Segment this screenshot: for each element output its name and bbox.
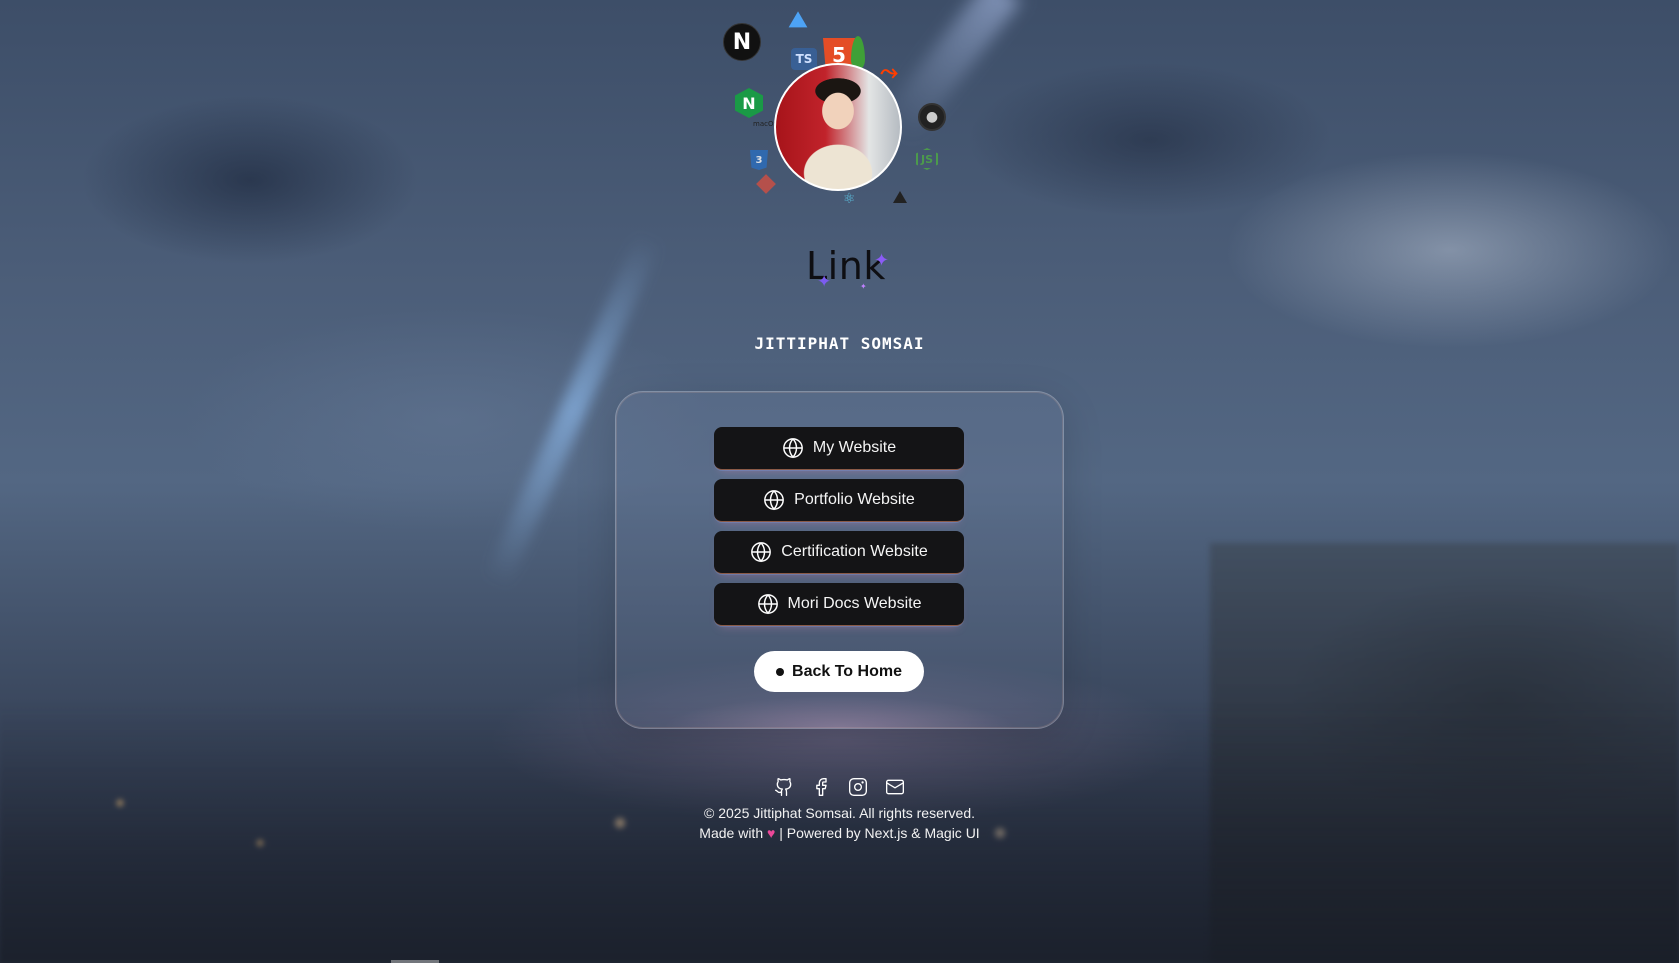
my-website-button[interactable]: My Website (714, 427, 964, 470)
globe-icon (782, 438, 803, 459)
sparkle-icon: ✦ (874, 250, 890, 271)
link-label: Portfolio Website (794, 491, 915, 508)
sparkle-icon: ✦ (860, 282, 867, 291)
certification-website-button[interactable]: Certification Website (714, 531, 964, 574)
back-to-home-button[interactable]: Back To Home (754, 651, 924, 692)
nextjs-icon: N (723, 23, 761, 61)
powered-by-text: | Powered by Next.js & Magic UI (779, 825, 980, 841)
portfolio-website-button[interactable]: Portfolio Website (714, 479, 964, 522)
github-icon[interactable] (773, 776, 795, 798)
dot-icon (776, 667, 785, 676)
social-links (773, 776, 906, 798)
made-with-text: Made with (699, 825, 764, 841)
globe-icon (757, 594, 778, 615)
git-icon (756, 174, 776, 194)
profile-name: JITTIPHAT SOMSAI (754, 334, 925, 353)
css3-icon: 3 (750, 150, 768, 170)
docker-icon: ⛰ (788, 7, 808, 33)
javascript-icon: JS (916, 148, 938, 170)
instagram-icon[interactable] (847, 776, 869, 798)
link-label: Certification Website (781, 543, 928, 560)
link-label: Mori Docs Website (787, 595, 922, 612)
github-icon: ● (918, 103, 946, 131)
facebook-icon[interactable] (810, 776, 832, 798)
sparkle-icon: ✦ (817, 272, 832, 292)
back-to-home-label: Back To Home (792, 662, 902, 680)
vercel-icon (893, 191, 907, 203)
react-icon: ⚛ (843, 191, 856, 207)
avatar-orbit: TS N ⛰ 5 ⤳ ● JS N macOS 3 ⚛ (723, 0, 953, 210)
copyright-text: © 2025 Jittiphat Somsai. All rights rese… (704, 805, 975, 821)
avatar (774, 63, 902, 191)
globe-icon (751, 542, 772, 563)
mori-docs-website-button[interactable]: Mori Docs Website (714, 583, 964, 626)
credits-text: Made with ♥ | Powered by Next.js & Magic… (0, 825, 1679, 841)
mail-icon[interactable] (884, 776, 906, 798)
nginx-icon: N (735, 88, 763, 118)
globe-icon (764, 490, 785, 511)
link-label: My Website (812, 439, 897, 456)
heart-icon: ♥ (767, 825, 776, 841)
